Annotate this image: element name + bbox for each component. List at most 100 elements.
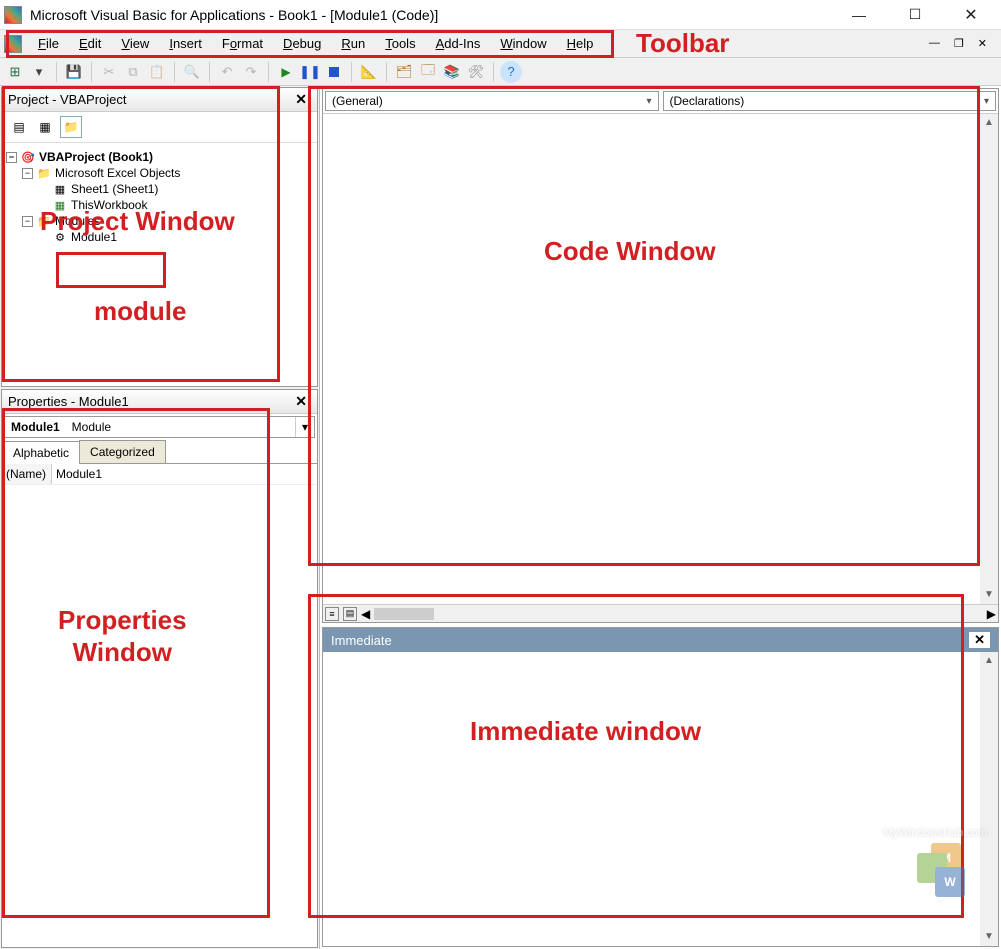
- toolbox-icon[interactable]: 🛠: [465, 61, 487, 83]
- expand-toggle-icon[interactable]: −: [22, 168, 33, 179]
- window-titlebar: Microsoft Visual Basic for Applications …: [0, 0, 1001, 30]
- menu-addins[interactable]: Add-Ins: [426, 32, 491, 55]
- tree-thisworkbook[interactable]: ▦ ThisWorkbook: [6, 197, 313, 213]
- paste-icon[interactable]: 📋: [146, 61, 168, 83]
- project-explorer-toolbar: ▤ ▦ 📁: [2, 112, 317, 143]
- menu-edit[interactable]: Edit: [69, 32, 111, 55]
- code-procedure-dropdown[interactable]: (Declarations) ▾: [663, 91, 997, 111]
- project-explorer-title-text: Project - VBAProject: [8, 92, 127, 107]
- tree-modules-folder[interactable]: − 📁 Modules: [6, 213, 313, 229]
- maximize-button[interactable]: ☐: [897, 3, 933, 27]
- immediate-window: Immediate ✕ ▲ ▼: [322, 627, 999, 947]
- insert-dropdown-icon[interactable]: ▾: [28, 61, 50, 83]
- menu-window[interactable]: Window: [490, 32, 556, 55]
- tree-excel-objects[interactable]: − 📁 Microsoft Excel Objects: [6, 165, 313, 181]
- copy-icon[interactable]: ⧉: [122, 61, 144, 83]
- undo-icon[interactable]: ↶: [216, 61, 238, 83]
- code-editor-area[interactable]: [323, 114, 980, 604]
- code-vertical-scrollbar[interactable]: ▲ ▼: [980, 114, 998, 604]
- properties-pane: Properties - Module1 ✕ Module1 Module ▾ …: [1, 389, 318, 948]
- save-icon[interactable]: 💾: [63, 61, 85, 83]
- dropdown-arrow-icon[interactable]: ▾: [984, 96, 989, 107]
- procedure-view-icon[interactable]: ≡: [325, 607, 339, 621]
- watermark-tile-w: W: [935, 867, 965, 897]
- menu-view[interactable]: View: [111, 32, 159, 55]
- tree-sheet1-label: Sheet1 (Sheet1): [71, 182, 158, 196]
- properties-window-icon[interactable]: 🗔: [417, 61, 439, 83]
- reset-icon[interactable]: [323, 61, 345, 83]
- code-object-dropdown[interactable]: (General) ▾: [325, 91, 659, 111]
- properties-title: Properties - Module1 ✕: [2, 390, 317, 414]
- worksheet-icon: ▦: [52, 182, 68, 196]
- run-icon[interactable]: ▶: [275, 61, 297, 83]
- full-module-view-icon[interactable]: ▤: [343, 607, 357, 621]
- scroll-down-icon[interactable]: ▼: [980, 586, 998, 604]
- menu-debug[interactable]: Debug: [273, 32, 331, 55]
- menu-tools[interactable]: Tools: [375, 32, 425, 55]
- close-button[interactable]: ✕: [953, 3, 989, 27]
- immediate-title-text: Immediate: [331, 633, 392, 648]
- property-name-value[interactable]: Module1: [52, 464, 317, 484]
- scroll-thumb[interactable]: [374, 608, 434, 620]
- mdi-close-button[interactable]: ✕: [974, 35, 991, 52]
- scroll-up-icon[interactable]: ▲: [980, 652, 998, 670]
- dropdown-arrow-icon[interactable]: ▾: [295, 417, 314, 437]
- view-code-icon[interactable]: ▤: [8, 116, 30, 138]
- menu-file[interactable]: File: [28, 32, 69, 55]
- code-procedure-dropdown-value: (Declarations): [670, 94, 745, 108]
- scroll-right-icon[interactable]: ▶: [987, 607, 996, 621]
- design-mode-icon[interactable]: 📐: [358, 61, 380, 83]
- find-icon[interactable]: 🔍: [181, 61, 203, 83]
- object-browser-icon[interactable]: 📚: [441, 61, 463, 83]
- tree-vbaproject[interactable]: − 🎯 VBAProject (Book1): [6, 149, 313, 165]
- help-icon[interactable]: ?: [500, 61, 522, 83]
- workbook-icon: ▦: [52, 198, 68, 212]
- expand-toggle-icon[interactable]: −: [22, 216, 33, 227]
- menu-insert[interactable]: Insert: [159, 32, 212, 55]
- properties-title-text: Properties - Module1: [8, 394, 129, 409]
- code-view-buttons: ≡ ▤ ◀ ▶: [323, 604, 998, 622]
- break-icon[interactable]: ❚❚: [299, 61, 321, 83]
- project-explorer-icon[interactable]: 🗂: [393, 61, 415, 83]
- scroll-down-icon[interactable]: ▼: [980, 928, 998, 946]
- properties-grid[interactable]: (Name) Module1: [2, 464, 317, 947]
- code-editor-textarea[interactable]: [323, 114, 980, 604]
- folder-icon: 📁: [36, 214, 52, 228]
- project-explorer-close-icon[interactable]: ✕: [291, 91, 311, 108]
- dropdown-arrow-icon[interactable]: ▾: [646, 96, 651, 107]
- expand-toggle-icon[interactable]: −: [6, 152, 17, 163]
- watermark-text: MyWindowsHub.com: [884, 827, 987, 839]
- tab-alphabetic[interactable]: Alphabetic: [2, 441, 80, 464]
- scroll-up-icon[interactable]: ▲: [980, 114, 998, 132]
- menu-help[interactable]: Help: [557, 32, 604, 55]
- vba-small-icon: [4, 35, 22, 53]
- project-icon: 🎯: [20, 150, 36, 164]
- redo-icon[interactable]: ↷: [240, 61, 262, 83]
- tab-categorized[interactable]: Categorized: [79, 440, 166, 463]
- mdi-restore-button[interactable]: ❐: [950, 35, 968, 52]
- tree-vbaproject-label: VBAProject (Book1): [39, 150, 153, 164]
- code-object-dropdown-value: (General): [332, 94, 383, 108]
- project-tree[interactable]: − 🎯 VBAProject (Book1) − 📁 Microsoft Exc…: [2, 143, 317, 386]
- immediate-textarea[interactable]: [323, 652, 980, 946]
- view-object-icon[interactable]: ▦: [34, 116, 56, 138]
- toggle-folders-icon[interactable]: 📁: [60, 116, 82, 138]
- view-excel-icon[interactable]: ⊞: [4, 61, 26, 83]
- scroll-left-icon[interactable]: ◀: [361, 607, 370, 621]
- tree-thisworkbook-label: ThisWorkbook: [71, 198, 147, 212]
- minimize-button[interactable]: —: [841, 3, 877, 27]
- tree-module1-label: Module1: [71, 230, 117, 244]
- properties-close-icon[interactable]: ✕: [291, 393, 311, 410]
- tree-excel-objects-label: Microsoft Excel Objects: [55, 166, 180, 180]
- property-row-name[interactable]: (Name) Module1: [2, 464, 317, 485]
- menu-format[interactable]: Format: [212, 32, 273, 55]
- tree-module1[interactable]: ⚙ Module1: [6, 229, 313, 245]
- mdi-minimize-button[interactable]: —: [925, 35, 944, 52]
- immediate-close-icon[interactable]: ✕: [969, 632, 990, 648]
- immediate-vertical-scrollbar[interactable]: ▲ ▼: [980, 652, 998, 946]
- cut-icon[interactable]: ✂: [98, 61, 120, 83]
- menu-run[interactable]: Run: [331, 32, 375, 55]
- properties-object-selector[interactable]: Module1 Module ▾: [4, 416, 315, 438]
- immediate-title-bar[interactable]: Immediate ✕: [323, 628, 998, 652]
- tree-sheet1[interactable]: ▦ Sheet1 (Sheet1): [6, 181, 313, 197]
